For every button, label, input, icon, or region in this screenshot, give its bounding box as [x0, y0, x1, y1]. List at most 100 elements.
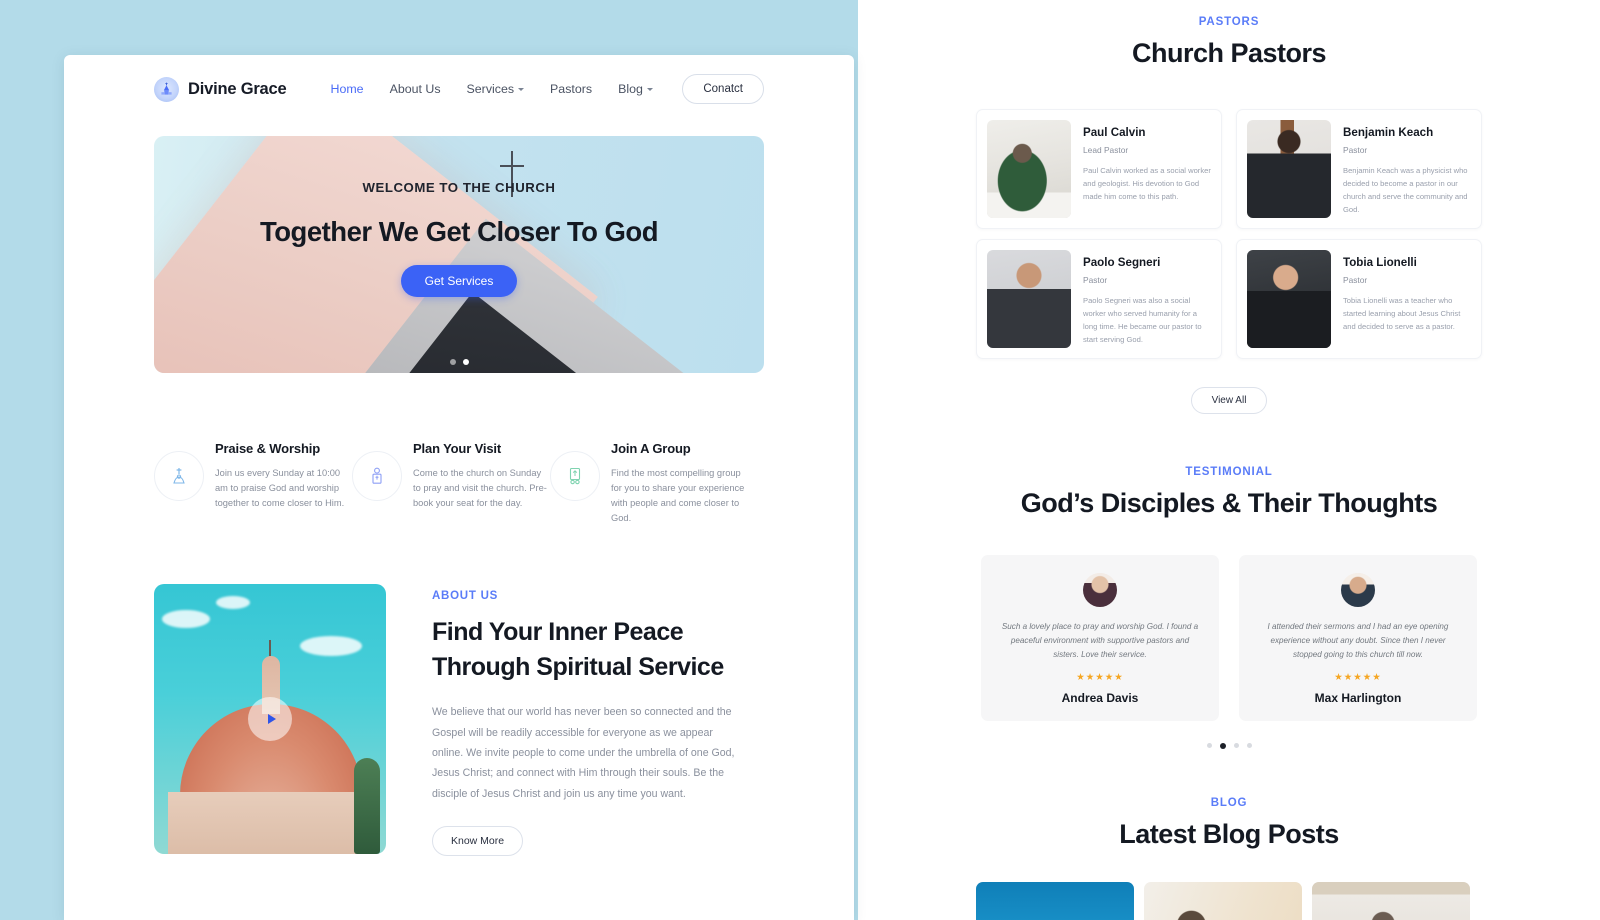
screenshot-root: PASTORS Church Pastors Paul Calvin Lead … [0, 0, 1600, 920]
know-more-button[interactable]: Know More [432, 825, 524, 856]
dome-base-shape [168, 792, 374, 855]
pastor-photo [987, 250, 1071, 348]
get-services-button[interactable]: Get Services [400, 265, 518, 298]
chevron-down-icon [518, 87, 525, 91]
hero-title: Together We Get Closer To God [259, 216, 659, 247]
nav-item-label: Home [330, 82, 364, 96]
nav-links: Home About Us Services Pastors Blog [331, 82, 653, 96]
pastor-role: Pastor [1343, 145, 1368, 155]
blog-thumbnail[interactable] [1312, 882, 1470, 920]
hero-banner: WELCOME TO THE CHURCH Together We Get Cl… [154, 136, 764, 373]
feature-text-block: Praise & Worship Join us every Sunday at… [215, 441, 350, 526]
tree-shape [354, 758, 380, 855]
pastor-bio: Benjamin Keach was a physicist who decid… [1343, 166, 1468, 215]
testimonial-title: God’s Disciples & Their Thoughts [1020, 488, 1438, 518]
pastor-info: Paolo Segneri Pastor Paolo Segneri was a… [1083, 250, 1211, 348]
feature-card: Praise & Worship Join us every Sunday at… [154, 441, 350, 526]
about-media [154, 584, 386, 855]
blog-thumbnail[interactable] [976, 882, 1134, 920]
nav-item-about-us[interactable]: About Us [390, 82, 441, 96]
join-group-icon [550, 451, 600, 501]
plan-visit-icon [352, 451, 402, 501]
hero-kicker: WELCOME TO THE CHURCH [362, 180, 556, 195]
pastor-name: Paul Calvin [1083, 126, 1146, 139]
feature-card: Plan Your Visit Come to the church on Su… [352, 441, 548, 526]
about-kicker: ABOUT US [432, 590, 499, 603]
blog-kicker: BLOG [1210, 797, 1248, 810]
testimonial-card[interactable]: I attended their sermons and I had an ey… [1239, 555, 1477, 722]
avatar [1083, 573, 1117, 607]
pastor-info: Tobia Lionelli Pastor Tobia Lionelli was… [1343, 250, 1471, 348]
pagination-dot[interactable] [1233, 743, 1239, 749]
pastor-card[interactable]: Tobia Lionelli Pastor Tobia Lionelli was… [1236, 239, 1482, 359]
pastor-card[interactable]: Paolo Segneri Pastor Paolo Segneri was a… [976, 239, 1222, 359]
pastor-info: Benjamin Keach Pastor Benjamin Keach was… [1343, 120, 1471, 218]
pastor-name: Tobia Lionelli [1343, 256, 1417, 269]
testimonial-quote: I attended their sermons and I had an ey… [1267, 622, 1449, 660]
about-section: ABOUT US Find Your Inner Peace Through S… [154, 584, 764, 856]
about-title: Find Your Inner Peace Through Spiritual … [432, 618, 724, 681]
pastor-card[interactable]: Benjamin Keach Pastor Benjamin Keach was… [1236, 109, 1482, 229]
contact-button[interactable]: Conatct [682, 74, 764, 104]
features-row: Praise & Worship Join us every Sunday at… [154, 441, 764, 526]
rating-stars: ★★★★★ [1334, 672, 1382, 684]
pastor-card[interactable]: Paul Calvin Lead Pastor Paul Calvin work… [976, 109, 1222, 229]
testimonial-quote: Such a lovely place to pray and worship … [1001, 622, 1199, 660]
nav-item-home[interactable]: Home [331, 82, 364, 96]
pagination-dot[interactable] [449, 359, 456, 365]
brand[interactable]: Divine Grace [154, 76, 287, 102]
feature-title: Praise & Worship [215, 441, 321, 456]
testimonial-card[interactable]: Such a lovely place to pray and worship … [981, 555, 1219, 722]
nav-item-pastors[interactable]: Pastors [550, 82, 592, 96]
feature-text-block: Plan Your Visit Come to the church on Su… [413, 441, 548, 526]
testimonial-author: Max Harlington [1314, 691, 1402, 706]
testimonial-section: TESTIMONIAL God’s Disciples & Their Thou… [858, 466, 1600, 750]
blog-thumbnail[interactable] [1144, 882, 1302, 920]
feature-card: Join A Group Find the most compelling gr… [550, 441, 746, 526]
pagination-dot-active[interactable] [1219, 743, 1226, 750]
pastor-info: Paul Calvin Lead Pastor Paul Calvin work… [1083, 120, 1211, 218]
nav-item-label: About Us [389, 82, 441, 96]
about-paragraph: We believe that our world has never been… [432, 706, 735, 800]
pagination-dot[interactable] [1206, 743, 1212, 749]
nav-item-services[interactable]: Services [467, 82, 525, 96]
testimonial-author: Andrea Davis [1061, 691, 1139, 706]
testimonial-kicker: TESTIMONIAL [1185, 466, 1273, 478]
hero-pagination[interactable] [154, 359, 764, 365]
pastor-photo [1247, 250, 1331, 348]
feature-description: Come to the church on Sunday to pray and… [413, 468, 547, 509]
pastors-grid: Paul Calvin Lead Pastor Paul Calvin work… [976, 109, 1482, 359]
play-button-icon[interactable] [248, 697, 292, 742]
pastors-kicker: PASTORS [1198, 16, 1260, 28]
nav-item-label: Pastors [550, 82, 593, 96]
navbar: Divine Grace Home About Us Services Past… [64, 55, 854, 123]
nav-item-label: Blog [618, 82, 643, 96]
rating-stars: ★★★★★ [1076, 672, 1124, 684]
feature-description: Find the most compelling group for you t… [611, 468, 745, 524]
blog-thumbnail-row [976, 882, 1482, 920]
view-all-button[interactable]: View All [1190, 387, 1268, 414]
feature-title: Join A Group [611, 441, 691, 456]
nav-item-blog[interactable]: Blog [618, 82, 653, 96]
pastor-photo [1247, 120, 1331, 218]
pastor-bio: Paul Calvin worked as a social worker an… [1083, 166, 1211, 202]
pastor-role: Lead Pastor [1083, 145, 1129, 155]
about-body: ABOUT US Find Your Inner Peace Through S… [432, 584, 764, 856]
testimonial-pagination[interactable] [858, 743, 1600, 750]
chevron-down-icon [646, 87, 653, 91]
brand-name: Divine Grace [188, 79, 287, 98]
pastor-role: Pastor [1083, 275, 1108, 285]
feature-title: Plan Your Visit [413, 441, 502, 456]
pagination-dot[interactable] [1246, 743, 1252, 749]
blog-section: BLOG Latest Blog Posts [858, 797, 1600, 920]
pastor-name: Paolo Segneri [1083, 256, 1161, 269]
praise-worship-icon [154, 451, 204, 501]
pastors-section: PASTORS Church Pastors Paul Calvin Lead … [858, 0, 1600, 414]
pastor-name: Benjamin Keach [1343, 126, 1434, 139]
feature-description: Join us every Sunday at 10:00 am to prai… [215, 468, 345, 509]
pagination-dot-active[interactable] [462, 359, 469, 365]
church-steeple-icon [154, 76, 179, 102]
feature-text-block: Join A Group Find the most compelling gr… [611, 441, 746, 526]
view-all-row: View All [858, 387, 1600, 414]
nav-item-label: Services [466, 82, 515, 96]
